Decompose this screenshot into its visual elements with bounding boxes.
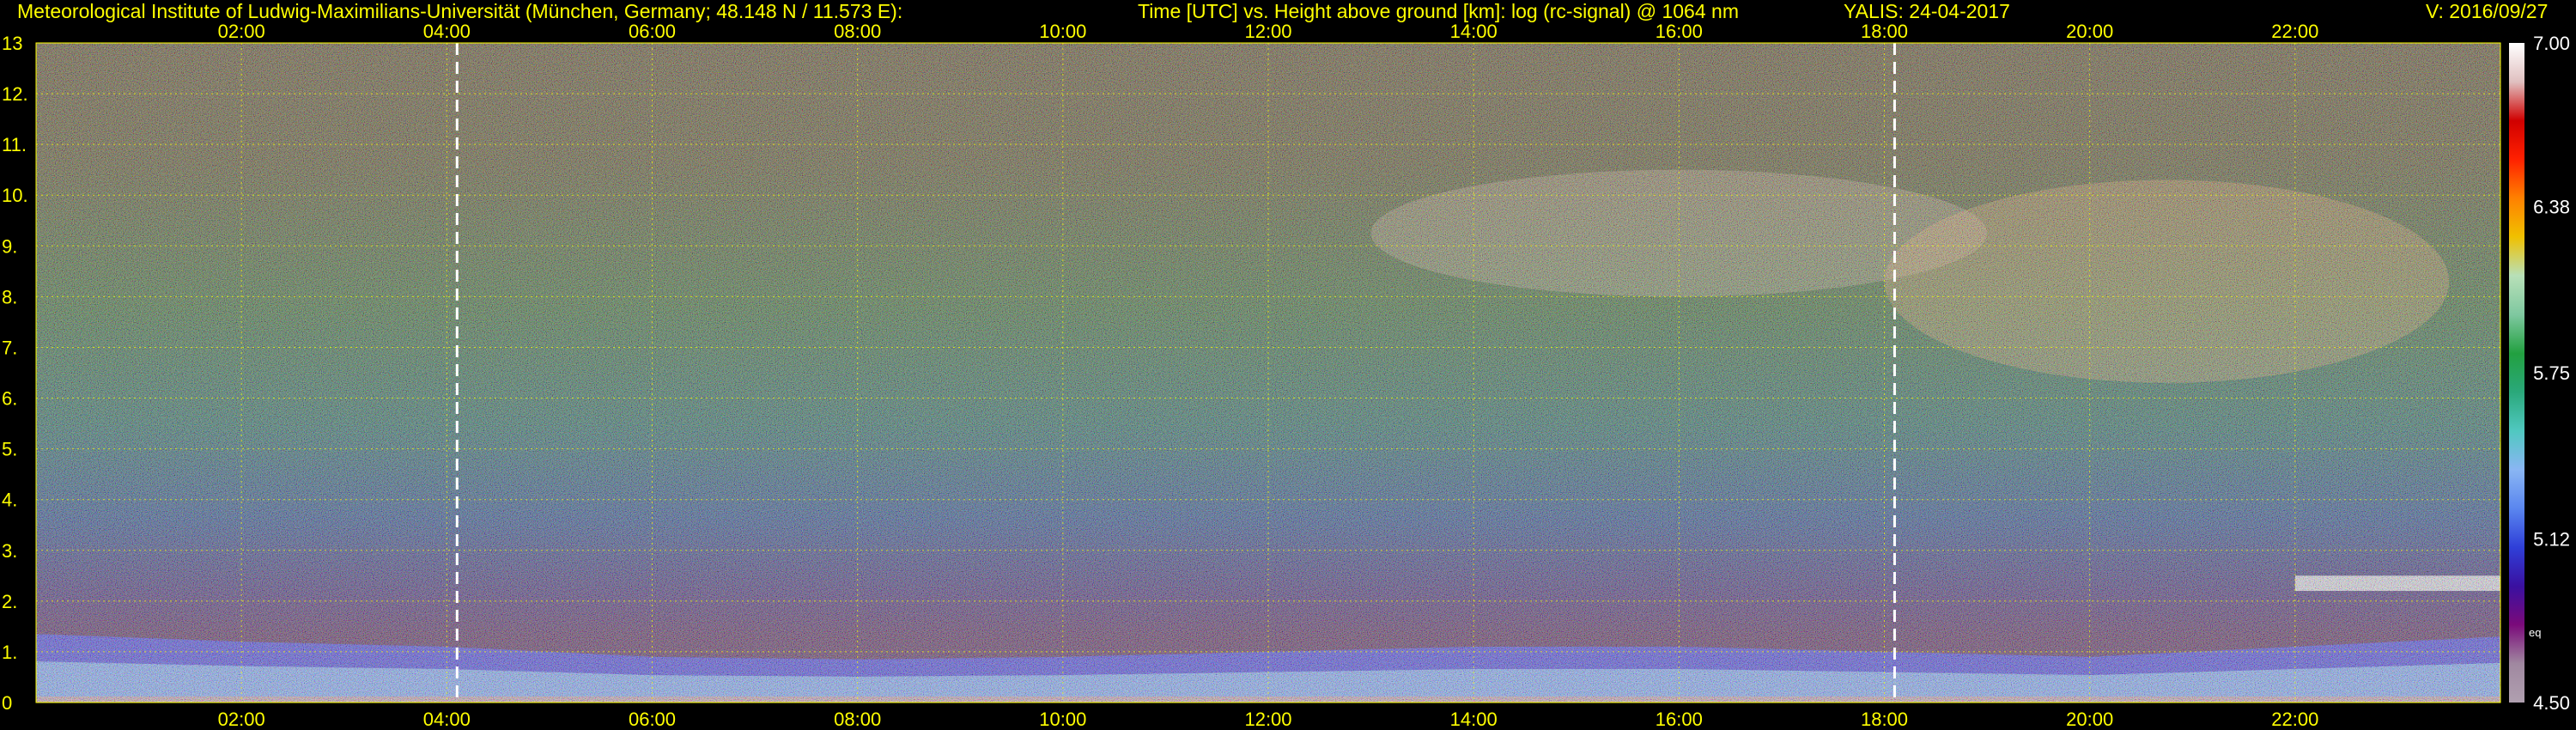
x-tick-label-top: 08:00 bbox=[834, 21, 881, 42]
colorbar-tick-label: 5.75 bbox=[2533, 362, 2570, 384]
colorbar-tick-label: 4.50 bbox=[2533, 692, 2570, 714]
lidar-chart: 0 1. 2. 3. 4. 5. 6. 7. 8. 9. 10. 11. 12. 13 02:00 02:0… bbox=[2, 21, 2570, 730]
x-tick-label-top: 10:00 bbox=[1039, 21, 1086, 42]
x-tick-label-top: 16:00 bbox=[1656, 21, 1703, 42]
y-tick-label: 7. bbox=[2, 337, 17, 358]
colorbar-tick-label: 7.00 bbox=[2533, 33, 2570, 54]
x-tick-label-top: 22:00 bbox=[2271, 21, 2318, 42]
colorbar-tick-label: 5.12 bbox=[2533, 529, 2570, 551]
x-tick-label-top: 18:00 bbox=[1861, 21, 1908, 42]
x-tick-label-bottom: 10:00 bbox=[1039, 709, 1086, 730]
y-tick-label: 12. bbox=[2, 83, 28, 105]
y-tick-label: 11. bbox=[2, 134, 27, 155]
y-axis: 0 1. 2. 3. 4. 5. 6. 7. 8. 9. 10. 11. 12. 13 bbox=[2, 33, 28, 714]
colorbar-scale bbox=[2509, 43, 2524, 703]
y-tick-label: 3. bbox=[2, 540, 17, 562]
y-tick-label: 9. bbox=[2, 235, 17, 257]
x-tick-label-bottom: 18:00 bbox=[1861, 709, 1908, 730]
x-tick-label-bottom: 20:00 bbox=[2066, 709, 2113, 730]
y-tick-label: 8. bbox=[2, 286, 17, 307]
y-tick-label: 5. bbox=[2, 439, 17, 460]
colorbar-note: eq bbox=[2529, 626, 2541, 639]
x-tick-label-bottom: 02:00 bbox=[218, 709, 265, 730]
x-tick-label-bottom: 08:00 bbox=[834, 709, 881, 730]
colorbar-tick-label: 6.38 bbox=[2533, 196, 2570, 217]
x-tick-label-top: 06:00 bbox=[629, 21, 676, 42]
y-tick-label: 2. bbox=[2, 591, 17, 612]
plot-area bbox=[35, 42, 2501, 703]
y-tick-label: 4. bbox=[2, 490, 17, 511]
x-tick-label-top: 12:00 bbox=[1244, 21, 1291, 42]
y-tick-label: 6. bbox=[2, 388, 17, 410]
x-tick-label-top: 14:00 bbox=[1450, 21, 1498, 42]
x-tick-label-bottom: 16:00 bbox=[1656, 709, 1703, 730]
y-tick-label: 13 bbox=[2, 33, 22, 54]
y-tick-label: 10. bbox=[2, 185, 28, 206]
colorbar: 7.00 6.38 5.75 5.12 4.50 eq bbox=[2509, 33, 2570, 714]
x-tick-label-bottom: 04:00 bbox=[423, 709, 471, 730]
y-tick-label: 0 bbox=[2, 692, 12, 714]
x-tick-label-bottom: 06:00 bbox=[629, 709, 676, 730]
y-tick-label: 1. bbox=[2, 642, 17, 663]
x-tick-label-bottom: 14:00 bbox=[1450, 709, 1498, 730]
x-tick-label-top: 04:00 bbox=[423, 21, 471, 42]
x-tick-label-top: 20:00 bbox=[2066, 21, 2113, 42]
x-tick-label-bottom: 22:00 bbox=[2271, 709, 2318, 730]
x-tick-label-top: 02:00 bbox=[218, 21, 265, 42]
x-tick-label-bottom: 12:00 bbox=[1244, 709, 1291, 730]
